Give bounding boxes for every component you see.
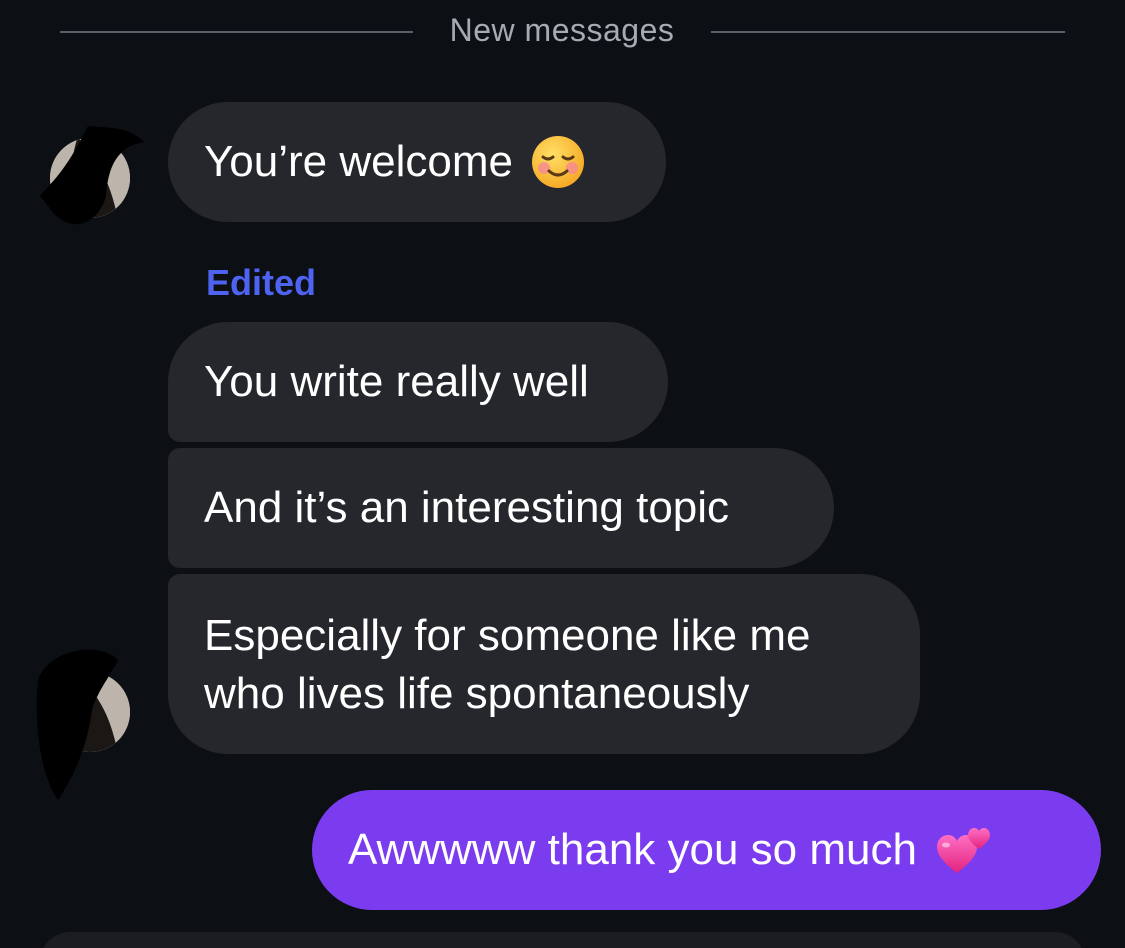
message-text: You’re welcome	[204, 137, 513, 186]
message-text: You write really well	[204, 357, 589, 406]
sender-avatar[interactable]	[36, 649, 132, 800]
received-message-bubble[interactable]: Especially for someone like me who lives…	[168, 574, 920, 754]
smiling-face-icon	[532, 136, 584, 188]
message-text: And it’s an interesting topic	[204, 483, 730, 532]
sent-message-bubble[interactable]: Awwwww thank you so much	[312, 790, 1101, 910]
new-messages-divider: New messages	[449, 12, 675, 48]
message-text: Especially for someone like me who lives…	[204, 611, 811, 718]
received-message-bubble[interactable]: You’re welcome	[168, 102, 666, 222]
chat-thread: New messages You’re welcome Edited You w…	[0, 0, 1125, 948]
message-text: Awwwww thank you so much	[348, 825, 917, 874]
two-hearts-icon	[936, 828, 990, 873]
received-message-bubble[interactable]: You write really well	[168, 322, 668, 442]
received-message-bubble[interactable]: And it’s an interesting topic	[168, 448, 834, 568]
sender-avatar[interactable]	[40, 126, 144, 225]
divider-line-right	[711, 31, 1065, 33]
avatar-photo-icon	[36, 649, 130, 800]
edited-label: Edited	[206, 262, 317, 303]
message-composer[interactable]	[40, 932, 1085, 948]
avatar-photo-icon	[40, 126, 144, 225]
divider-line-left	[60, 31, 413, 33]
